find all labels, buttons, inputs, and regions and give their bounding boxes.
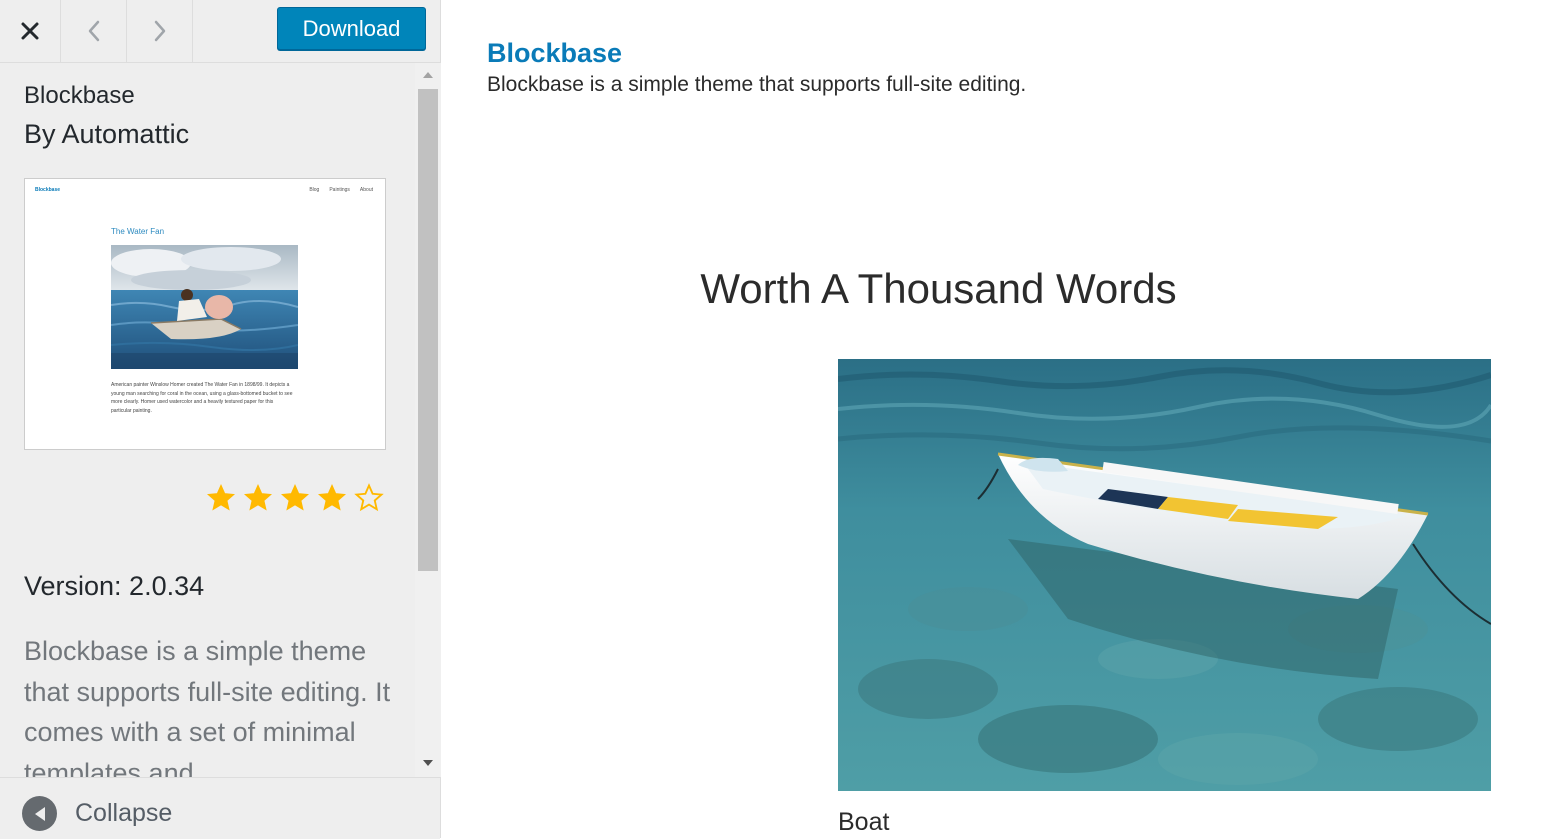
scroll-up-arrow[interactable] [415, 65, 441, 85]
sidebar-footer: Collapse [0, 777, 440, 839]
theme-screenshot: Blockbase Blog Paintings About The Water… [24, 178, 386, 450]
theme-name: Blockbase [24, 82, 135, 109]
download-button[interactable]: Download [277, 7, 426, 50]
screenshot-nav-item: Blog [309, 187, 320, 193]
star-empty-icon [354, 483, 384, 512]
chevron-right-icon [154, 20, 165, 42]
screenshot-nav-item: Paintings [329, 187, 350, 193]
next-theme-button[interactable] [127, 0, 193, 62]
close-button[interactable] [0, 0, 61, 62]
theme-preview-frame: Blockbase Blockbase is a simple theme th… [441, 0, 1546, 838]
previous-theme-button[interactable] [61, 0, 127, 62]
theme-details-panel: Blockbase By Automattic Blockbase Blog P… [0, 63, 415, 777]
preview-site-tagline: Blockbase is a simple theme that support… [487, 73, 1027, 96]
arrow-left-icon [22, 796, 57, 831]
theme-version: Version: 2.0.34 [24, 571, 205, 601]
sidebar-scrollbar[interactable] [415, 63, 441, 777]
collapse-button[interactable]: Collapse [22, 796, 172, 831]
close-icon [21, 22, 39, 40]
sidebar-toolbar: Download [0, 0, 440, 63]
scrollbar-thumb[interactable] [418, 89, 438, 571]
preview-page-heading: Worth A Thousand Words [700, 265, 1177, 312]
triangle-down-icon [423, 760, 433, 766]
star-filled-icon [317, 483, 347, 511]
chevron-left-icon [88, 20, 99, 42]
screenshot-nav: Blog Paintings About [309, 187, 373, 193]
star-filled-icon [280, 483, 310, 511]
image-caption: Boat [838, 808, 890, 836]
screenshot-nav-item: About [359, 187, 373, 193]
star-filled-icon [243, 483, 273, 511]
star-filled-icon [206, 483, 236, 511]
screenshot-site-title: Blockbase [35, 187, 61, 193]
boat-image [838, 359, 1491, 791]
theme-sidebar: Download Blockbase By Automattic Blockba… [0, 0, 441, 839]
scroll-down-arrow[interactable] [415, 753, 441, 773]
screenshot-post-title: The Water Fan [111, 227, 165, 236]
screenshot-painting-image [111, 245, 298, 369]
triangle-up-icon [423, 72, 433, 78]
theme-author: By Automattic [24, 119, 190, 149]
screenshot-body-text: American painter Winslow Homer created T… [111, 382, 293, 414]
theme-description: Blockbase is a simple theme that support… [24, 636, 391, 777]
preview-site-title[interactable]: Blockbase [487, 38, 622, 69]
collapse-label: Collapse [75, 799, 173, 827]
theme-rating [206, 483, 386, 517]
